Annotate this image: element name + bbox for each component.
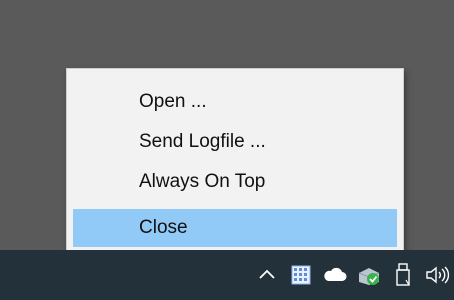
volume-icon[interactable]	[420, 250, 454, 300]
menu-item-always-on-top[interactable]: Always On Top	[73, 163, 397, 201]
cloud-icon[interactable]	[318, 250, 352, 300]
tray-context-menu: Open ... Send Logfile ... Always On Top …	[66, 68, 404, 256]
menu-item-label: Always On Top	[139, 171, 266, 192]
menu-item-send-logfile[interactable]: Send Logfile ...	[73, 123, 397, 161]
usb-drive-icon[interactable]	[386, 250, 420, 300]
menu-item-close[interactable]: Close	[73, 209, 397, 247]
menu-item-label: Send Logfile ...	[139, 131, 266, 152]
sync-check-icon[interactable]	[352, 250, 386, 300]
taskbar	[0, 250, 454, 300]
app-grid-icon[interactable]	[284, 250, 318, 300]
menu-item-label: Close	[139, 217, 188, 238]
menu-item-label: Open ...	[139, 91, 207, 112]
menu-item-open[interactable]: Open ...	[73, 83, 397, 121]
system-tray	[250, 250, 454, 300]
chevron-up-icon[interactable]	[250, 250, 284, 300]
